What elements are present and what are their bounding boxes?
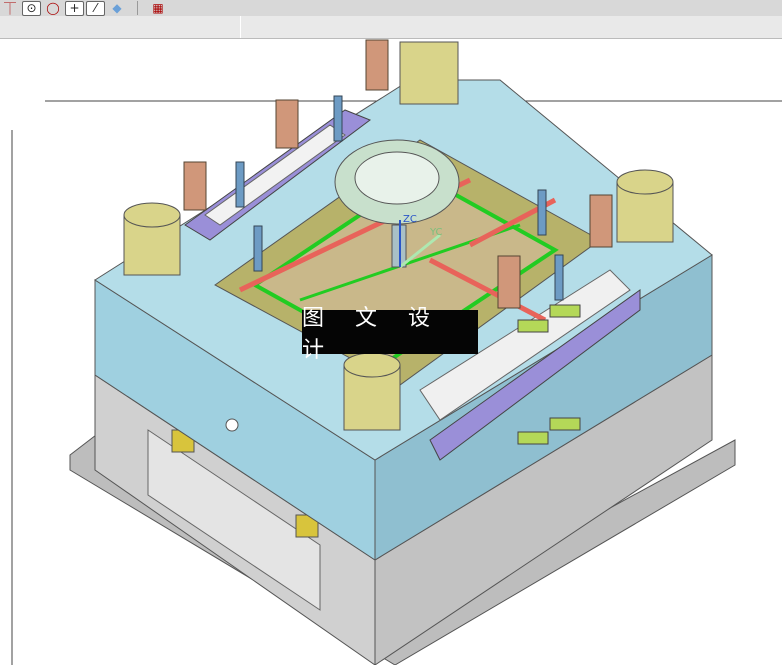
hole [225, 418, 239, 432]
y-axis-label: YC [429, 227, 443, 238]
line-icon[interactable]: ⁄ [86, 0, 105, 16]
secondary-toolbar [0, 16, 782, 39]
point-on-circle-icon[interactable]: ⊙ [22, 0, 41, 16]
toolbar-separator [137, 1, 138, 15]
datum-icon[interactable]: ⏉ [0, 1, 20, 16]
grid-icon[interactable]: ▦ [148, 1, 168, 15]
z-axis-label: ZC [403, 214, 417, 225]
watermark-label: 图 文 设 计 [302, 306, 478, 363]
sprue-bushing [354, 151, 440, 205]
toolbar: ⏉ ⊙ ◯ + ⁄ ◆ ▦ [0, 0, 782, 16]
crosshair-icon[interactable]: + [65, 0, 84, 16]
shaded-view-icon[interactable]: ◆ [107, 1, 127, 15]
circle-points-icon[interactable]: ◯ [43, 1, 63, 15]
